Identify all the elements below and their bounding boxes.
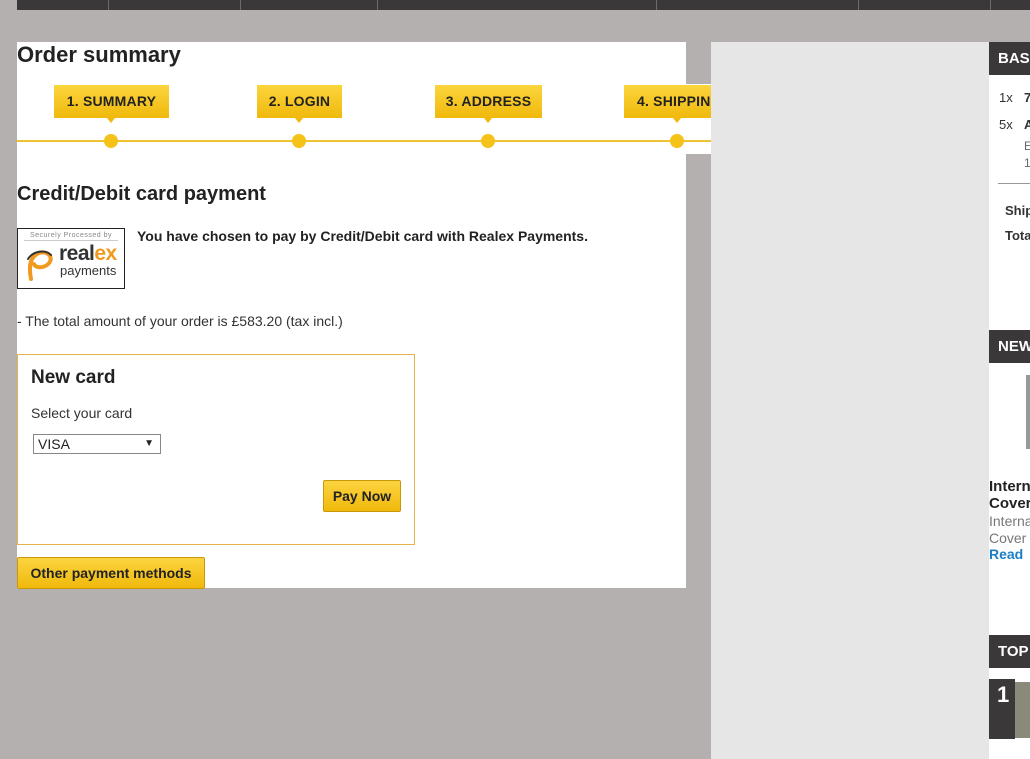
total-label: Tota xyxy=(1005,228,1030,243)
chevron-down-icon: ▼ xyxy=(144,438,154,449)
basket-item-name[interactable]: A xyxy=(1024,117,1030,132)
step-shipping[interactable]: 4. SHIPPING xyxy=(624,85,711,118)
step-pointer xyxy=(673,118,681,123)
top-seller-thumbnail[interactable] xyxy=(1015,682,1030,738)
new-product-title[interactable]: Cover xyxy=(989,495,1030,512)
new-product-desc: Interna xyxy=(989,513,1030,529)
other-payment-methods-button[interactable]: Other payment methods xyxy=(17,557,205,589)
step-dot xyxy=(670,134,684,148)
new-product-title[interactable]: Intern xyxy=(989,478,1030,495)
checkout-steps: 1. SUMMARY 2. LOGIN 3. ADDRESS 4. SHIPPI… xyxy=(17,84,711,154)
step-summary[interactable]: 1. SUMMARY xyxy=(54,85,169,118)
right-sidebar: BASK 1x 7 5x A E 1 Ship Tota NEW Intern … xyxy=(989,42,1030,759)
card-type-select[interactable]: VISA ▼ xyxy=(33,434,161,454)
page-title: Order summary xyxy=(17,42,181,67)
step-dot xyxy=(481,134,495,148)
logo-word-ex: ex xyxy=(94,242,117,265)
nav-separator xyxy=(990,0,991,10)
read-more-link[interactable]: Read xyxy=(989,546,1023,562)
logo-caption: Securely Processed by xyxy=(24,232,118,241)
gray-column xyxy=(711,42,989,759)
basket-item-qty: 1x xyxy=(999,90,1013,105)
nav-separator xyxy=(858,0,859,10)
select-card-label: Select your card xyxy=(31,405,133,421)
shipping-label: Ship xyxy=(1005,203,1030,218)
new-product-thumbnail[interactable] xyxy=(1026,375,1030,449)
basket-item-qty: 5x xyxy=(999,117,1013,132)
step-pointer xyxy=(295,118,303,123)
nav-separator xyxy=(240,0,241,10)
step-dot xyxy=(292,134,306,148)
basket-divider xyxy=(998,183,1030,184)
top-seller-rank: 1 xyxy=(989,679,1015,739)
top-sellers-header: TOP xyxy=(989,635,1030,668)
basket-item-detail: 1 xyxy=(1024,156,1030,170)
new-products-header: NEW xyxy=(989,330,1030,363)
nav-separator xyxy=(108,0,109,10)
order-main-panel: Order summary 1. SUMMARY 2. LOGIN 3. ADD… xyxy=(17,42,711,589)
logo-word-payments: payments xyxy=(60,263,117,278)
nav-separator xyxy=(656,0,657,10)
logo-word-real: real xyxy=(59,242,95,265)
new-product-desc: Cover xyxy=(989,530,1027,546)
basket-item-name[interactable]: 7 xyxy=(1024,90,1030,105)
card-type-value: VISA xyxy=(38,436,70,452)
pay-now-button[interactable]: Pay Now xyxy=(323,480,401,512)
step-address[interactable]: 3. ADDRESS xyxy=(435,85,542,118)
basket-header: BASK xyxy=(989,42,1030,75)
top-navigation-bar xyxy=(17,0,1030,10)
payment-section-title: Credit/Debit card payment xyxy=(17,183,266,205)
step-pointer xyxy=(484,118,492,123)
new-card-title: New card xyxy=(31,367,116,388)
step-login[interactable]: 2. LOGIN xyxy=(257,85,342,118)
basket-item-detail: E xyxy=(1024,139,1030,153)
new-card-form: New card Select your card VISA ▼ Pay Now xyxy=(17,354,415,545)
step-pointer xyxy=(107,118,115,123)
steps-progress-line xyxy=(17,140,711,142)
order-total-text: - The total amount of your order is £583… xyxy=(17,313,343,329)
realex-swirl-icon xyxy=(27,250,53,281)
nav-separator xyxy=(377,0,378,10)
realex-payments-logo: Securely Processed by realex payments xyxy=(17,228,125,289)
payment-chosen-text: You have chosen to pay by Credit/Debit c… xyxy=(137,228,588,244)
step-dot xyxy=(104,134,118,148)
